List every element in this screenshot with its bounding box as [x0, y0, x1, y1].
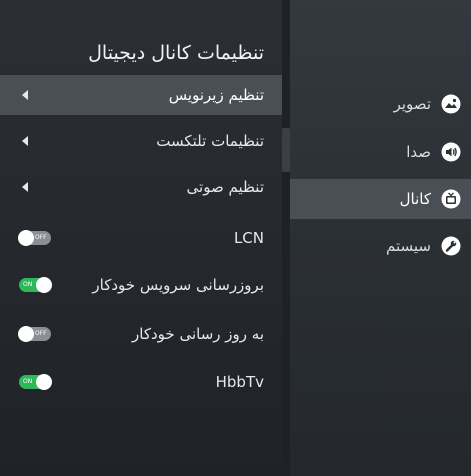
auto-update-toggle[interactable]: OFF — [18, 326, 51, 342]
main-menu-label: صدا — [406, 143, 431, 161]
wrench-icon — [441, 236, 461, 256]
chevron-left-icon — [22, 90, 28, 100]
panel-divider — [282, 0, 290, 476]
main-menu-item-system[interactable]: سیستم — [290, 226, 471, 266]
main-menu-label: سیستم — [386, 237, 431, 255]
chevron-left-icon — [22, 136, 28, 146]
scrollbar[interactable] — [282, 128, 290, 172]
toggle-state-text: ON — [23, 378, 33, 385]
main-menu-label: تصویر — [393, 95, 431, 113]
menu-item-auto-service-update[interactable]: ON بروزرسانی سرویس خودکار — [0, 265, 282, 305]
menu-item-audio-settings[interactable]: تنظیم صوتی — [0, 167, 282, 207]
menu-item-label: LCN — [233, 229, 264, 247]
menu-item-label: تنظیمات تلتکست — [156, 132, 264, 150]
speaker-icon — [441, 142, 461, 162]
menu-item-label: تنظیم زیرنویس — [168, 86, 264, 104]
menu-item-label: بروزرسانی سرویس خودکار — [92, 276, 264, 294]
picture-icon — [441, 94, 461, 114]
toggle-knob — [36, 374, 52, 390]
tv-icon — [441, 189, 461, 209]
main-menu-item-picture[interactable]: تصویر — [290, 84, 471, 124]
main-menu-item-channel[interactable]: کانال — [290, 179, 471, 219]
lcn-toggle[interactable]: OFF — [18, 230, 51, 246]
menu-item-label: به روز رسانی خودکار — [132, 325, 264, 343]
main-menu-item-sound[interactable]: صدا — [290, 132, 471, 172]
menu-item-subtitle-settings[interactable]: تنظیم زیرنویس — [0, 75, 282, 115]
toggle-state-text: OFF — [35, 330, 47, 337]
panel-title: تنظیمات کانال دیجیتال — [88, 42, 264, 64]
menu-item-hbbtv[interactable]: ON HbbTv — [0, 362, 282, 402]
menu-item-lcn[interactable]: OFF LCN — [0, 218, 282, 258]
menu-item-auto-update[interactable]: OFF به روز رسانی خودکار — [0, 314, 282, 354]
menu-item-label: HbbTv — [215, 373, 264, 391]
toggle-knob — [36, 277, 52, 293]
hbbtv-toggle[interactable]: ON — [19, 374, 52, 390]
toggle-knob — [18, 326, 34, 342]
toggle-state-text: ON — [23, 281, 33, 288]
toggle-state-text: OFF — [35, 234, 47, 241]
chevron-left-icon — [22, 182, 28, 192]
menu-item-teletext-settings[interactable]: تنظیمات تلتکست — [0, 121, 282, 161]
menu-item-label: تنظیم صوتی — [186, 178, 264, 196]
main-menu-label: کانال — [399, 190, 431, 208]
toggle-knob — [18, 230, 34, 246]
auto-service-update-toggle[interactable]: ON — [19, 277, 52, 293]
